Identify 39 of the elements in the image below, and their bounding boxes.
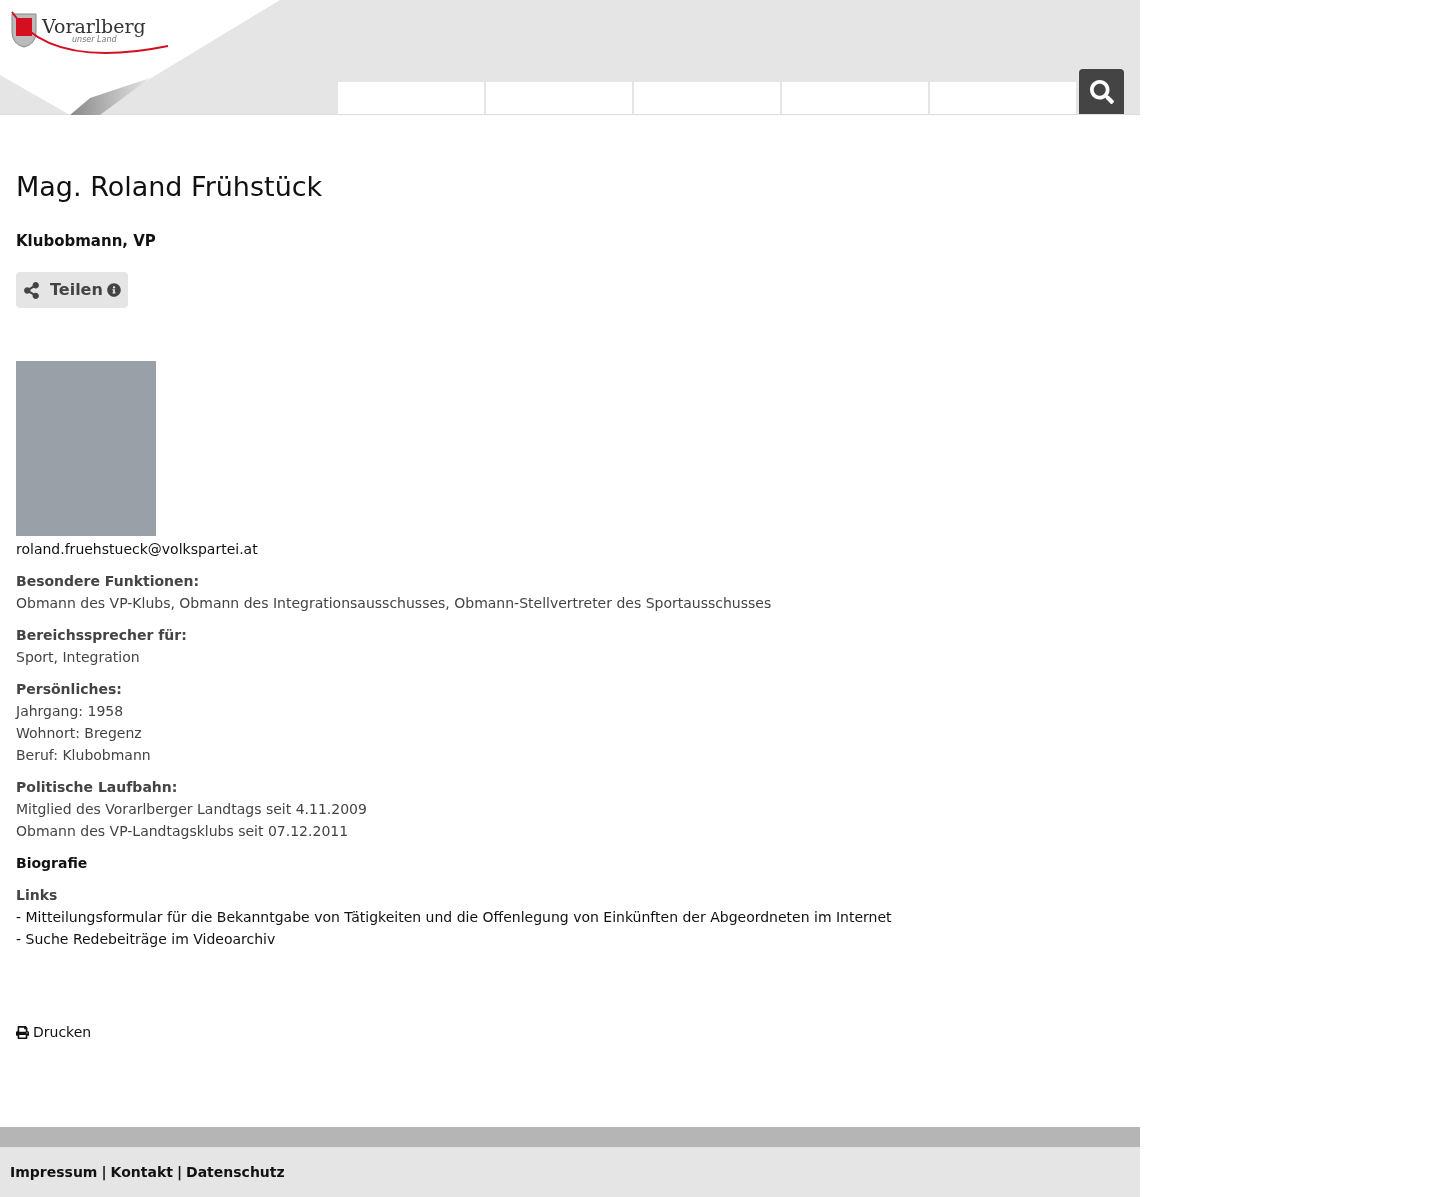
biografie-link[interactable]: Biografie xyxy=(16,855,88,871)
person-role: Klubobmann, VP xyxy=(16,230,157,252)
footer-separator: | xyxy=(101,1162,107,1183)
section-text: Mitglied des Vorarlberger Landtags seit 4.11.2009 xyxy=(16,800,368,819)
footer-link[interactable]: Datenschutz xyxy=(186,1161,285,1183)
link[interactable]: Mitteilungsformular für die Bekanntgabe von Tätigkeiten und die Offenlegung von Einkünften der Abgeordneten im Internet xyxy=(25,906,892,928)
search-button[interactable] xyxy=(1079,69,1124,114)
search-icon xyxy=(1089,79,1114,104)
person-name: Mag. Roland Frühstück xyxy=(16,170,324,204)
section-heading: Politische Laufbahn: xyxy=(16,778,179,797)
footer-link[interactable]: Impressum xyxy=(10,1161,98,1183)
section-text: Obmann des VP-Landtagsklubs seit 07.12.2011 xyxy=(16,822,350,841)
printer-icon xyxy=(16,1026,29,1039)
section-text: Wohnort: Bregenz xyxy=(16,724,143,743)
share-icon xyxy=(23,281,40,299)
nav-tab[interactable] xyxy=(634,82,780,114)
nav-tab[interactable] xyxy=(782,82,928,114)
logo-wordmark: Vorarlberg xyxy=(42,16,146,36)
list-dash: - xyxy=(16,930,23,949)
share-button[interactable]: Teilen xyxy=(16,272,128,308)
section-text: Obmann des VP-Klubs, Obmann des Integrationsausschusses, Obmann-Stellvertreter des Sportausschusses xyxy=(16,594,773,613)
link[interactable]: Suche Redebeiträge im Videoarchiv xyxy=(25,928,276,950)
section-text: Jahrgang: 1958 xyxy=(16,702,125,721)
section-text: Beruf: Klubobmann xyxy=(16,746,152,765)
nav-tab[interactable] xyxy=(338,82,484,114)
print-link[interactable]: Drucken xyxy=(16,1022,92,1043)
email-link[interactable]: roland.fruehstueck@volkspartei.at xyxy=(16,538,258,560)
logo[interactable]: Vorarlberg unser Land xyxy=(10,12,146,48)
info-icon xyxy=(106,283,121,297)
section-text: Sport, Integration xyxy=(16,648,141,667)
footer-separator: | xyxy=(176,1162,183,1183)
footer-link[interactable]: Kontakt xyxy=(110,1161,173,1183)
nav-tab[interactable] xyxy=(486,82,632,114)
section-heading: Bereichssprecher für: xyxy=(16,626,188,645)
section-heading: Persönliches: xyxy=(16,680,123,699)
list-dash: - xyxy=(16,908,23,927)
links-heading: Links xyxy=(16,886,59,905)
section-heading: Besondere Funktionen: xyxy=(16,572,201,591)
logo-tagline: unser Land xyxy=(72,35,117,44)
